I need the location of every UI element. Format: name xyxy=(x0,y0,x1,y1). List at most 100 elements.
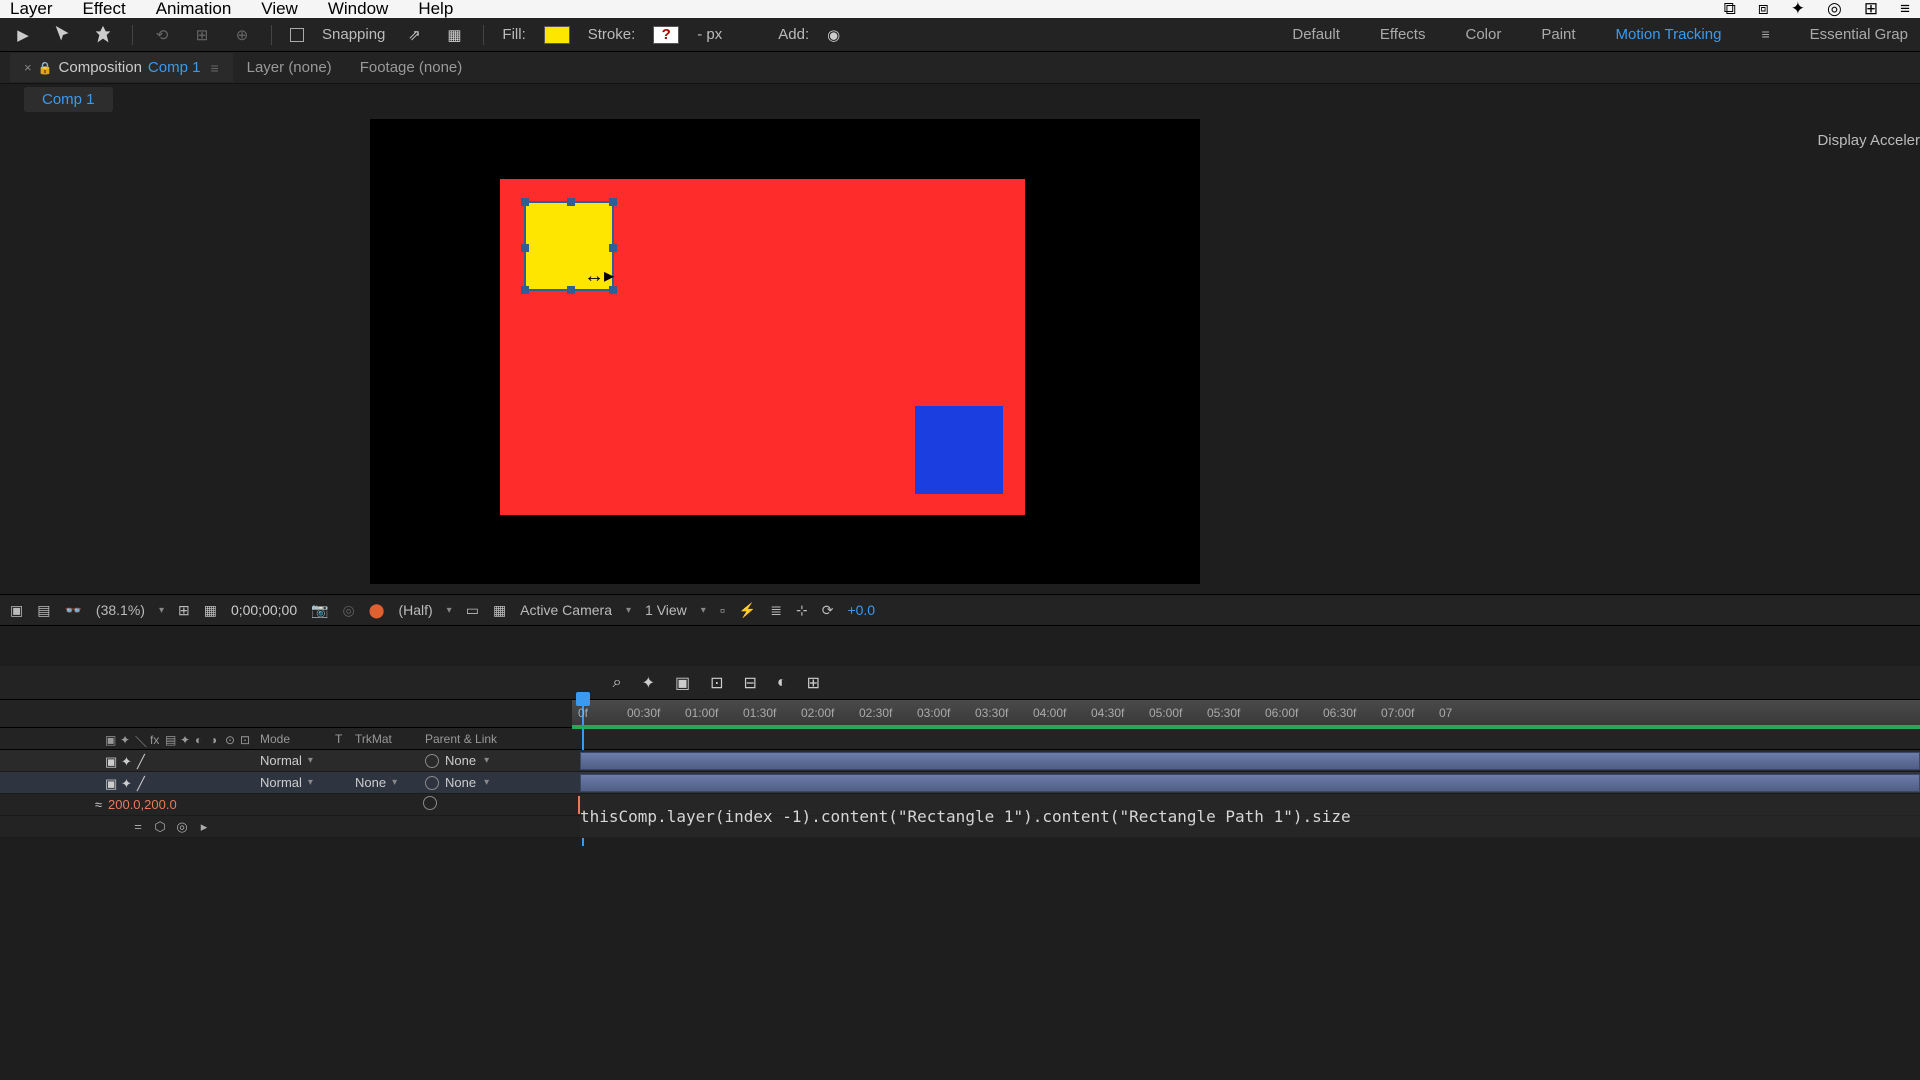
graph-editor-icon[interactable]: ⊞ xyxy=(807,673,820,693)
toggle-transparency-icon[interactable]: ▦ xyxy=(493,602,506,619)
layer-switch-video-icon[interactable]: ▣ xyxy=(105,754,118,767)
menu-help[interactable]: Help xyxy=(418,0,453,19)
layer-switch-collapse-icon[interactable]: ✦ xyxy=(121,754,134,767)
handle-tr[interactable] xyxy=(609,198,617,206)
layer-row[interactable]: ▣ ✦ ╱ Normal ▾ None ▾ xyxy=(0,750,1920,772)
resolution-dropdown[interactable]: (Half) xyxy=(398,602,432,618)
align-tool-icon[interactable]: ⊞ xyxy=(191,24,213,46)
lock-column-icon[interactable]: fx xyxy=(150,733,162,745)
chevron-down-icon[interactable]: ▾ xyxy=(484,755,489,766)
frameblend-column-icon[interactable]: ⊙ xyxy=(225,733,237,745)
flowchart-icon[interactable]: ⊹ xyxy=(796,602,808,619)
expression-enable-icon[interactable]: ≈ xyxy=(95,797,102,812)
menu-layer[interactable]: Layer xyxy=(10,0,53,19)
fast-preview-icon[interactable]: ⚡ xyxy=(739,602,756,619)
layer-switch-quality-icon[interactable]: ╱ xyxy=(137,776,150,789)
solo-column-icon[interactable]: ＼ xyxy=(135,733,147,745)
chevron-down-icon[interactable]: ▾ xyxy=(484,777,489,788)
close-icon[interactable]: × xyxy=(24,60,32,75)
roi-icon[interactable]: ▭ xyxy=(466,602,479,619)
layer-mode-dropdown[interactable]: Normal xyxy=(260,753,302,768)
audio-column-icon[interactable]: ✦ xyxy=(120,733,132,745)
layer-parent-dropdown[interactable]: None xyxy=(445,775,476,790)
workspace-color[interactable]: Color xyxy=(1465,26,1501,43)
grid-icon[interactable]: ⊞ xyxy=(178,602,190,619)
video-column-icon[interactable]: ▣ xyxy=(105,733,117,745)
expression-graph-icon[interactable]: ⬡ xyxy=(152,819,168,835)
layer-mode-dropdown[interactable]: Normal xyxy=(260,775,302,790)
frame-io-icon[interactable]: ⧉ xyxy=(1724,0,1736,19)
snapping-checkbox[interactable] xyxy=(290,28,304,42)
add-dropdown-icon[interactable]: ◉ xyxy=(827,26,840,44)
draft3d-icon[interactable]: ▣ xyxy=(675,673,690,693)
layer-trkmat-dropdown[interactable]: None xyxy=(355,775,386,790)
handle-ml[interactable] xyxy=(521,244,529,252)
menu-window[interactable]: Window xyxy=(328,0,388,19)
cc-icon[interactable]: ◎ xyxy=(1827,0,1842,19)
expression-text-field[interactable]: thisComp.layer(index -1).content("Rectan… xyxy=(580,794,1920,838)
status-icon[interactable]: ⊞ xyxy=(1864,0,1878,19)
current-time[interactable]: 0;00;00;00 xyxy=(231,602,297,618)
snap-edge-icon[interactable]: ⇗ xyxy=(403,24,425,46)
layer-duration-bar[interactable] xyxy=(580,774,1920,792)
effects-column-icon[interactable]: ◑ xyxy=(210,733,222,745)
snapshot-icon[interactable]: 📷 xyxy=(311,602,328,619)
pickwhip-icon[interactable] xyxy=(423,796,437,810)
transparency-grid-icon[interactable]: ▤ xyxy=(37,602,50,619)
workspace-essential[interactable]: Essential Grap xyxy=(1810,26,1908,43)
camera-dropdown[interactable]: Active Camera xyxy=(520,602,612,618)
layer-parent-dropdown[interactable]: None xyxy=(445,753,476,768)
zoom-level[interactable]: (38.1%) xyxy=(96,602,145,618)
pixel-aspect-icon[interactable]: ▫ xyxy=(720,602,725,618)
always-preview-icon[interactable]: ▣ xyxy=(10,602,23,619)
search-icon[interactable]: ⌕ xyxy=(613,674,622,692)
view-dropdown-icon[interactable]: ▾ xyxy=(701,605,706,616)
view-dropdown[interactable]: 1 View xyxy=(645,602,687,618)
zoom-dropdown-icon[interactable]: ▾ xyxy=(159,605,164,616)
pickwhip-icon[interactable] xyxy=(425,754,439,768)
timeline-icon[interactable]: ≣ xyxy=(770,602,782,619)
expression-language-menu-icon[interactable]: ▸ xyxy=(196,819,212,835)
layer-switch-quality-icon[interactable]: ╱ xyxy=(137,754,150,767)
work-area-bar[interactable] xyxy=(572,725,1920,729)
property-value[interactable]: 200.0,200.0 xyxy=(108,797,177,812)
blue-rectangle-shape[interactable] xyxy=(915,406,1003,494)
mask-icon[interactable]: 👓 xyxy=(64,602,81,619)
snap-grid-icon[interactable]: ▦ xyxy=(443,24,465,46)
pin-tool-icon[interactable] xyxy=(92,24,114,46)
motionblur-column-icon[interactable]: ⊡ xyxy=(240,733,252,745)
reset-exposure-icon[interactable]: ⟳ xyxy=(822,602,834,619)
handle-mr[interactable] xyxy=(609,244,617,252)
composition-canvas[interactable]: ↔▸ xyxy=(500,179,1025,515)
breadcrumb-comp[interactable]: Comp 1 xyxy=(24,87,113,112)
menubar-extra-icon[interactable]: ≡ xyxy=(1900,0,1910,19)
selection-tool-icon[interactable] xyxy=(52,24,74,46)
layer-duration-bar[interactable] xyxy=(580,752,1920,770)
handle-bm[interactable] xyxy=(567,286,575,294)
layer-row[interactable]: ▣ ✦ ╱ Normal▾ None▾ None▾ xyxy=(0,772,1920,794)
trkmat-column-header[interactable]: TrkMat xyxy=(355,732,425,746)
workspace-default[interactable]: Default xyxy=(1292,26,1340,43)
anchor-tool-icon[interactable]: ⊕ xyxy=(231,24,253,46)
channel-icon[interactable]: ⬤ xyxy=(369,602,385,619)
shy-column-icon[interactable]: ▤ xyxy=(165,733,177,745)
layer-tab[interactable]: Layer (none) xyxy=(233,53,346,82)
chevron-down-icon[interactable]: ▾ xyxy=(308,777,313,788)
guides-icon[interactable]: ▦ xyxy=(204,602,217,619)
handle-tm[interactable] xyxy=(567,198,575,206)
handle-bl[interactable] xyxy=(521,286,529,294)
expression-pickwhip-icon[interactable]: ◎ xyxy=(174,819,190,835)
time-ruler[interactable]: 0f 00:30f 01:00f 01:30f 02:00f 02:30f 03… xyxy=(572,700,1920,727)
yellow-rectangle-shape[interactable]: ↔▸ xyxy=(524,201,614,291)
expression-equals-icon[interactable]: = xyxy=(130,819,146,835)
parent-column-header[interactable]: Parent & Link xyxy=(425,732,570,746)
shy-icon[interactable]: ⊡ xyxy=(710,673,723,693)
layer-switch-collapse-icon[interactable]: ✦ xyxy=(121,776,134,789)
exposure-value[interactable]: +0.0 xyxy=(847,602,875,618)
mode-column-header[interactable]: Mode xyxy=(260,732,335,746)
chevron-down-icon[interactable]: ▾ xyxy=(308,755,313,766)
menu-effect[interactable]: Effect xyxy=(83,0,126,19)
menu-animation[interactable]: Animation xyxy=(156,0,232,19)
composition-tab[interactable]: × 🔒 Composition Comp 1 ≡ xyxy=(10,53,233,82)
handle-tl[interactable] xyxy=(521,198,529,206)
